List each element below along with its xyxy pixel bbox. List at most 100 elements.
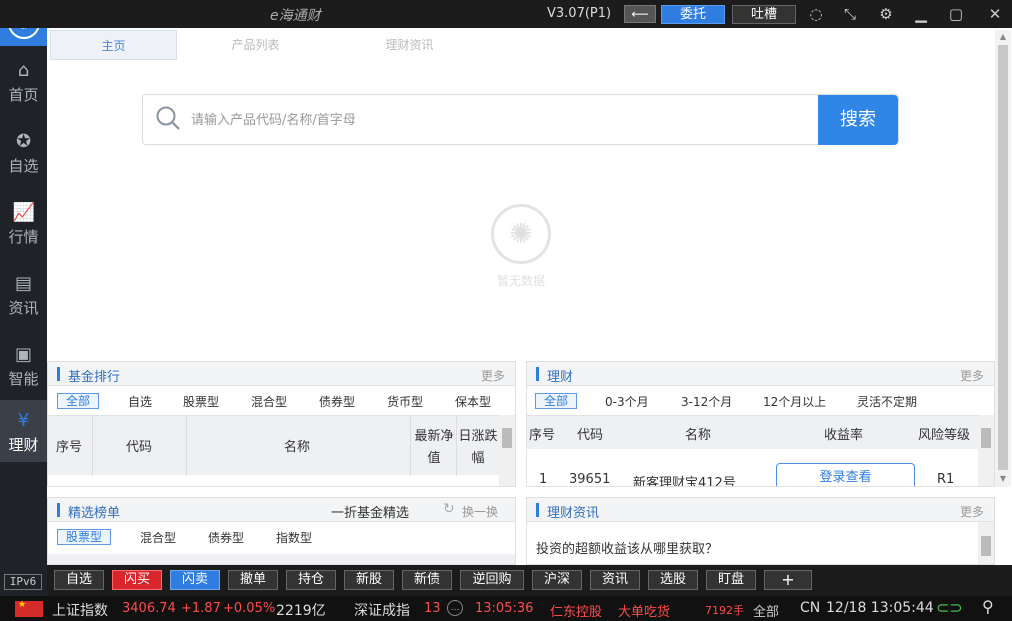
watch-market-button[interactable]: 盯盘 bbox=[706, 570, 756, 590]
china-flag-icon[interactable] bbox=[15, 601, 43, 617]
filter-0-3m[interactable]: 0-3个月 bbox=[605, 393, 649, 410]
index2-name[interactable]: 深证成指 bbox=[354, 600, 410, 620]
market-label: CN bbox=[800, 600, 820, 616]
complain-button[interactable]: 吐槽 bbox=[732, 5, 796, 24]
filter-index[interactable]: 指数型 bbox=[276, 529, 312, 546]
back-button[interactable]: ⟵ bbox=[624, 5, 656, 23]
sh-sz-button[interactable]: 沪深 bbox=[532, 570, 582, 590]
search-button[interactable]: 搜索 bbox=[818, 95, 898, 145]
add-button[interactable]: + bbox=[764, 570, 812, 590]
search-box bbox=[142, 94, 899, 145]
col-nav[interactable]: 最新净值 bbox=[412, 426, 456, 470]
tab-product-list[interactable]: 产品列表 bbox=[192, 30, 319, 60]
flash-buy-button[interactable]: 闪买 bbox=[112, 570, 162, 590]
main-content: 主页 产品列表 理财资讯 ▲ ▼ 搜索 ✺ 暂无数据 基金排行 更多 全部 自选… bbox=[47, 28, 1012, 565]
index1-name[interactable]: 上证指数 bbox=[52, 600, 108, 620]
panel-scrollbar[interactable] bbox=[978, 522, 994, 565]
col-no[interactable]: 序号 bbox=[56, 436, 82, 455]
search-icon[interactable]: ⚲ bbox=[982, 597, 994, 616]
maximize-icon[interactable]: ▢ bbox=[946, 4, 966, 24]
reverse-repo-button[interactable]: 逆回购 bbox=[460, 570, 524, 590]
ticker-scope[interactable]: 全部 bbox=[753, 601, 779, 620]
search-input[interactable] bbox=[191, 107, 791, 133]
col-risk[interactable]: 风险等级 bbox=[918, 424, 970, 443]
watchlist-button[interactable]: 自选 bbox=[54, 570, 104, 590]
filter-guaranteed[interactable]: 保本型 bbox=[455, 393, 491, 410]
filter-3-12m[interactable]: 3-12个月 bbox=[681, 393, 732, 410]
sidebar-item-news[interactable]: ▤ 资讯 bbox=[0, 263, 47, 325]
filter-flexible[interactable]: 灵活不定期 bbox=[857, 393, 917, 410]
new-stock-button[interactable]: 新股 bbox=[344, 570, 394, 590]
filter-all[interactable]: 全部 bbox=[535, 393, 577, 409]
more-link[interactable]: 更多 bbox=[960, 503, 984, 520]
connection-icon[interactable]: ⊂⊃ bbox=[936, 598, 963, 617]
finance-news-panel: 理财资讯 更多 投资的超额收益该从哪里获取？ bbox=[526, 497, 995, 565]
accent-bar bbox=[57, 503, 60, 517]
more-link[interactable]: 更多 bbox=[960, 367, 984, 384]
more-link[interactable]: 更多 bbox=[481, 367, 505, 384]
filter-mixed[interactable]: 混合型 bbox=[251, 393, 287, 410]
cancel-order-button[interactable]: 撤单 bbox=[228, 570, 278, 590]
news-button[interactable]: 资讯 bbox=[590, 570, 640, 590]
col-daily-change[interactable]: 日涨跌幅 bbox=[458, 426, 498, 470]
col-no[interactable]: 序号 bbox=[529, 424, 555, 443]
scroll-thumb[interactable] bbox=[502, 428, 512, 448]
scroll-thumb[interactable] bbox=[981, 536, 991, 556]
finance-icon: ¥ bbox=[13, 410, 35, 432]
filter-stock[interactable]: 股票型 bbox=[183, 393, 219, 410]
ticker-stock[interactable]: 仁东控股 bbox=[550, 601, 602, 620]
scroll-thumb[interactable] bbox=[981, 428, 991, 448]
sidebar-item-label: 首页 bbox=[8, 86, 38, 104]
sidebar-item-market[interactable]: 📈 行情 bbox=[0, 192, 47, 254]
col-code[interactable]: 代码 bbox=[126, 436, 152, 455]
ticker-volume: 7192手 bbox=[705, 602, 744, 618]
filter-all[interactable]: 全部 bbox=[57, 393, 99, 409]
accent-bar bbox=[536, 503, 539, 517]
login-to-view-button[interactable]: 登录查看 bbox=[776, 463, 915, 487]
main-scrollbar[interactable]: ▲ ▼ bbox=[995, 30, 1011, 487]
sidebar-item-smart[interactable]: ▣ 智能 bbox=[0, 334, 47, 396]
panel-scrollbar[interactable] bbox=[978, 415, 994, 487]
col-code[interactable]: 代码 bbox=[577, 424, 603, 443]
scroll-down-icon[interactable]: ▼ bbox=[998, 474, 1008, 483]
shrink-icon[interactable]: ⤡ bbox=[840, 4, 860, 24]
tab-finance-news[interactable]: 理财资讯 bbox=[346, 30, 473, 60]
tab-home[interactable]: 主页 bbox=[50, 30, 177, 60]
filter-mixed[interactable]: 混合型 bbox=[140, 529, 176, 546]
scroll-thumb[interactable] bbox=[998, 45, 1008, 470]
filter-bond[interactable]: 债券型 bbox=[208, 529, 244, 546]
entrust-button[interactable]: 委托 bbox=[661, 5, 725, 24]
message-icon[interactable]: … bbox=[447, 600, 463, 616]
news-icon: ▤ bbox=[13, 273, 35, 295]
panel-scrollbar[interactable] bbox=[499, 415, 515, 487]
col-yield[interactable]: 收益率 bbox=[824, 424, 863, 443]
filter-money[interactable]: 货币型 bbox=[387, 393, 423, 410]
sidebar-item-watchlist[interactable]: ✪ 自选 bbox=[0, 121, 47, 183]
close-icon[interactable]: ✕ bbox=[985, 4, 1005, 24]
positions-button[interactable]: 持仓 bbox=[286, 570, 336, 590]
refresh-icon[interactable]: ↻ bbox=[443, 501, 455, 517]
filter-stock[interactable]: 股票型 bbox=[57, 529, 111, 545]
index1-change: +1.87 bbox=[181, 601, 221, 616]
chat-icon[interactable]: ◌ bbox=[806, 4, 826, 24]
sidebar-item-finance[interactable]: ¥ 理财 bbox=[0, 400, 47, 462]
scroll-up-icon[interactable]: ▲ bbox=[998, 32, 1008, 41]
gear-icon[interactable]: ⚙ bbox=[876, 4, 896, 24]
filter-12m-plus[interactable]: 12个月以上 bbox=[763, 393, 826, 410]
news-item[interactable]: 投资的超额收益该从哪里获取？ bbox=[536, 538, 718, 557]
filter-bond[interactable]: 债券型 bbox=[319, 393, 355, 410]
sidebar-item-label: 智能 bbox=[8, 370, 38, 388]
new-bond-button[interactable]: 新债 bbox=[402, 570, 452, 590]
chart-icon: 📈 bbox=[13, 202, 35, 224]
filter-watchlist[interactable]: 自选 bbox=[128, 393, 152, 410]
col-name[interactable]: 名称 bbox=[284, 436, 310, 455]
sidebar-item-home[interactable]: ⌂ 首页 bbox=[0, 50, 47, 112]
flash-sell-button[interactable]: 闪卖 bbox=[170, 570, 220, 590]
col-name[interactable]: 名称 bbox=[685, 424, 711, 443]
table-header: 序号 代码 名称 收益率 风险等级 bbox=[527, 415, 978, 449]
panel-header: 理财 更多 bbox=[527, 362, 994, 386]
refresh-link[interactable]: 换一换 bbox=[462, 503, 498, 520]
stock-picker-button[interactable]: 选股 bbox=[648, 570, 698, 590]
sidebar-item-label: 行情 bbox=[8, 228, 38, 246]
minimize-icon[interactable]: ▁ bbox=[911, 4, 931, 24]
